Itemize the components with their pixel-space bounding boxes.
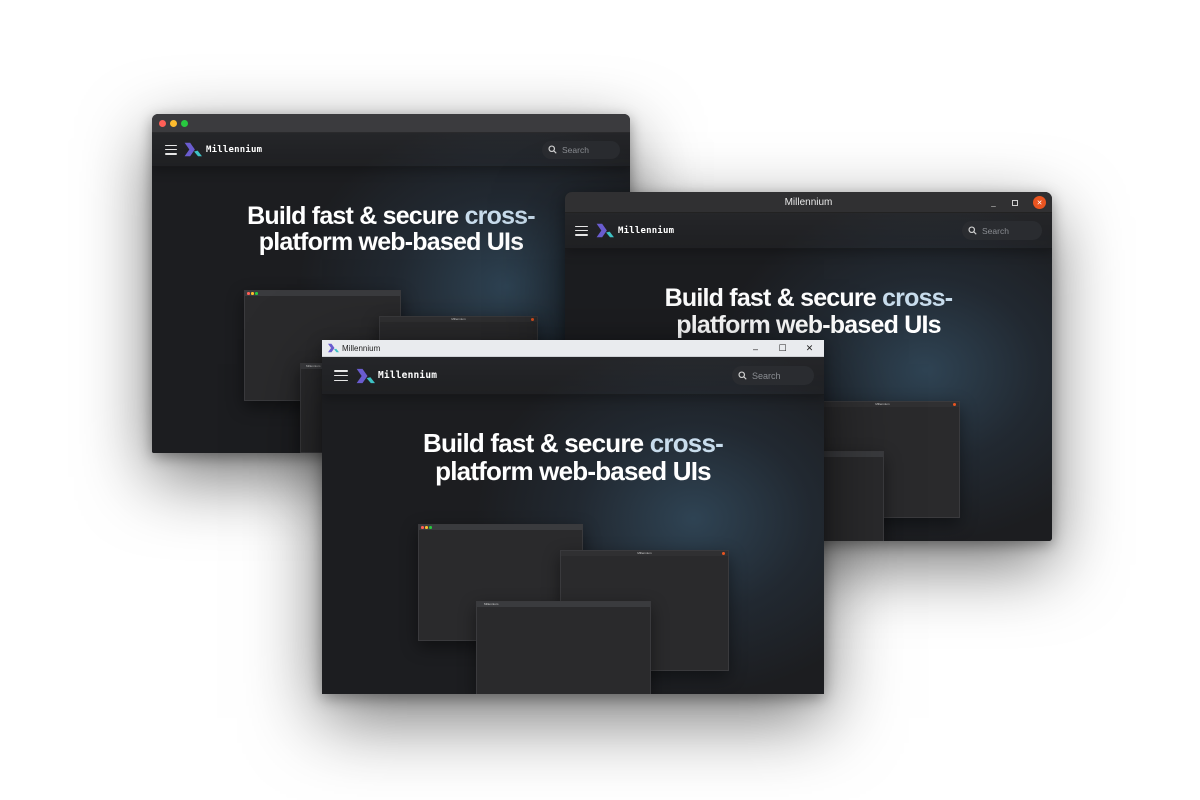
linux-titlebar[interactable]: Millennium _ ✕ — [565, 192, 1052, 213]
hamburger-menu-icon[interactable] — [575, 225, 588, 236]
millennium-logo-icon — [328, 343, 339, 353]
search-icon — [968, 226, 977, 235]
window-close-icon[interactable]: ✕ — [796, 340, 823, 357]
mini-title: Millennium — [875, 402, 890, 406]
hero-heading: Build fast & secure cross- platform web-… — [322, 429, 824, 485]
window-maximize-icon[interactable] — [1008, 196, 1021, 209]
hero-line1: Build fast & secure — [664, 284, 877, 312]
brand-name[interactable]: Millennium — [206, 145, 262, 155]
search-input[interactable]: Search — [962, 221, 1042, 240]
hero-line2: platform web-based UIs — [435, 456, 711, 486]
hero-accent: cross- — [649, 428, 724, 458]
brand-name[interactable]: Millennium — [618, 226, 674, 236]
mac-titlebar[interactable] — [152, 114, 630, 133]
hero-line2: platform web-based UIs — [676, 311, 941, 339]
search-placeholder: Search — [982, 225, 1009, 236]
window-maximize-icon[interactable]: ☐ — [769, 340, 796, 357]
mini-title: Millennium — [637, 551, 652, 555]
hero-line1: Build fast & secure — [247, 202, 459, 230]
search-icon — [548, 145, 557, 154]
brand-name[interactable]: Millennium — [378, 370, 437, 381]
window-minimize-icon[interactable]: – — [742, 340, 769, 357]
search-input[interactable]: Search — [732, 366, 814, 385]
hamburger-menu-icon[interactable] — [165, 144, 177, 155]
mac-zoom-button[interactable] — [181, 119, 188, 127]
hero-accent: cross- — [882, 284, 953, 312]
millennium-logo-icon[interactable] — [183, 142, 202, 157]
hamburger-menu-icon[interactable] — [334, 370, 348, 381]
navbar: Millennium Search — [322, 357, 824, 395]
hero-line2: platform web-based UIs — [258, 228, 524, 256]
mac-minimize-button[interactable] — [170, 119, 177, 127]
search-placeholder: Search — [562, 144, 589, 155]
windows-window: Millennium – ☐ ✕ Millennium Search Build… — [322, 340, 824, 694]
window-title: Millennium — [784, 196, 833, 208]
search-input[interactable]: Search — [542, 140, 620, 159]
window-close-icon[interactable]: ✕ — [1033, 196, 1046, 209]
hero-accent: cross- — [464, 202, 536, 230]
millennium-logo-icon[interactable] — [355, 368, 375, 384]
hero-heading: Build fast & secure cross- platform web-… — [152, 203, 630, 255]
search-icon — [738, 371, 747, 380]
hero-line1: Build fast & secure — [423, 428, 644, 458]
mini-win-window: Millennium — [476, 601, 651, 694]
hero-heading: Build fast & secure cross- platform web-… — [565, 285, 1052, 339]
web-page: Millennium Search Build fast & secure cr… — [322, 357, 824, 694]
window-minimize-icon[interactable]: _ — [987, 196, 1000, 209]
search-placeholder: Search — [752, 370, 781, 381]
mini-title: Millennium — [484, 602, 499, 606]
window-title: Millennium — [342, 343, 381, 353]
windows-titlebar[interactable]: Millennium – ☐ ✕ — [322, 340, 824, 357]
mac-close-button[interactable] — [159, 119, 166, 127]
navbar: Millennium Search — [152, 133, 630, 167]
millennium-logo-icon[interactable] — [595, 223, 614, 238]
mini-title: Millennium — [451, 317, 466, 321]
navbar: Millennium Search — [565, 213, 1052, 249]
